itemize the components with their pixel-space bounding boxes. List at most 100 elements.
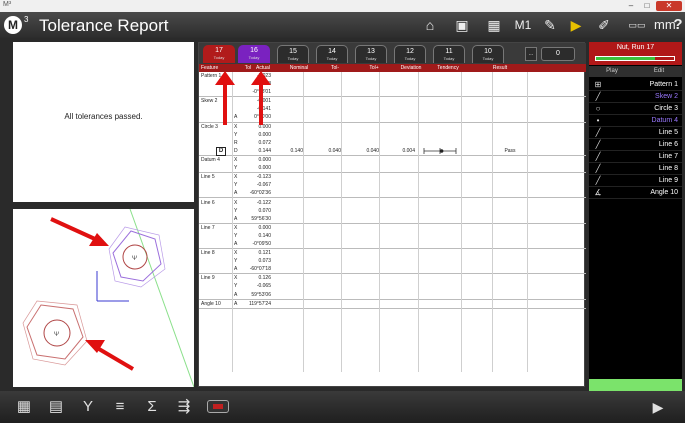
run-panel: Nut, Run 17 Play Edit ⊞ Pattern 1 ╱ Skew 2 ○… — [589, 42, 682, 391]
sigma-icon[interactable]: Σ — [142, 397, 162, 417]
window-tag: M³ — [3, 1, 12, 8]
feature-name: Datum 4 — [201, 157, 220, 163]
feature-item[interactable]: ○ Circle 3 — [589, 103, 682, 115]
circle-icon: ○ — [595, 104, 601, 113]
grid-view-icon[interactable]: ▦ — [14, 397, 34, 417]
deviation-value: 0.004 — [402, 147, 415, 154]
feature-item[interactable]: ∡ Angle 10 — [589, 187, 682, 199]
probe2-icon[interactable]: ✐ — [594, 17, 614, 33]
col-deviation[interactable]: Deviation — [393, 64, 429, 72]
bottom-toolbar: ▦ ▤ Y ≡ Σ ⇶ ▶ — [0, 391, 685, 423]
help-button[interactable]: ? — [672, 17, 684, 33]
axis-label: Y — [234, 165, 238, 172]
app-logo-sup: 3 — [24, 15, 29, 24]
run-tab[interactable]: 11 Today — [433, 45, 465, 63]
camera-icon[interactable]: ▣ — [452, 17, 472, 33]
feature-item[interactable]: ╱ Line 8 — [589, 163, 682, 175]
m1-button[interactable]: M1 — [512, 17, 534, 33]
feature-item[interactable]: • Datum 4 — [589, 115, 682, 127]
col-tendency[interactable]: Tendency — [427, 64, 469, 72]
tolerance-table-area: 17 Today 16 Today 15 Today 14 Today 13 Today 12 Tod… — [198, 42, 586, 387]
actual-value: 0.073 — [258, 258, 271, 265]
run-tab[interactable]: 16 Today — [238, 45, 270, 63]
list-icon[interactable]: ≡ — [110, 397, 130, 417]
actual-value: -0.067 — [256, 182, 271, 189]
grid-icon[interactable]: ▦ — [484, 17, 504, 33]
tab-play[interactable]: Play — [589, 66, 635, 77]
line-icon: ╱ — [595, 152, 601, 161]
units-button[interactable]: mm — [654, 17, 676, 33]
feature-name: Line 6 — [201, 199, 215, 206]
ruler-icon[interactable]: ▭▭ — [623, 17, 651, 33]
message-panel: All tolerances passed. — [13, 42, 194, 202]
close-button[interactable]: ✕ — [656, 1, 682, 11]
part-view-panel[interactable]: Ψ Ψ — [13, 209, 194, 387]
run-tab[interactable]: 15 Today — [277, 45, 309, 63]
line-icon: ╱ — [595, 140, 601, 149]
axis-label: A — [234, 240, 238, 247]
more-runs-button[interactable]: ... — [525, 47, 537, 61]
feature-item-label: Datum 4 — [651, 117, 678, 124]
axis-guide-line — [129, 209, 194, 387]
filter-icon[interactable]: Y — [78, 397, 98, 417]
run-tab[interactable]: 10 Today — [472, 45, 504, 63]
line-icon: ╱ — [595, 128, 601, 137]
line-icon: ╱ — [595, 176, 601, 185]
angle-icon: ∡ — [594, 188, 602, 197]
run-tab[interactable]: 12 Today — [394, 45, 426, 63]
point-icon: • — [596, 116, 600, 125]
export-icon[interactable]: ⇶ — [174, 397, 194, 417]
feature-item[interactable]: ╱ Line 9 — [589, 175, 682, 187]
run-tab[interactable]: 17 Today — [203, 45, 235, 63]
col-divider — [379, 72, 380, 372]
col-divider — [418, 72, 419, 372]
actual-value: 119°57'24 — [248, 300, 271, 307]
run-tab-number: 16 — [250, 47, 258, 54]
part-view-canvas[interactable]: Ψ Ψ — [13, 209, 194, 387]
record-icon[interactable] — [207, 400, 229, 413]
feature-name: Line 9 — [201, 275, 215, 282]
col-tol-plus[interactable]: Tol+ — [358, 64, 390, 72]
play-icon[interactable]: ▶ — [649, 397, 667, 417]
feature-item-label: Pattern 1 — [649, 81, 678, 88]
axis-label: Y — [234, 182, 238, 189]
line-icon: ╱ — [595, 92, 601, 101]
actual-value: 0.000 — [258, 224, 271, 231]
axis-label: X — [234, 275, 238, 282]
feature-item[interactable]: ╱ Skew 2 — [589, 91, 682, 103]
minimize-button[interactable]: – — [624, 1, 638, 11]
run-tab[interactable]: 13 Today — [355, 45, 387, 63]
feature-item-label: Line 9 — [658, 177, 678, 184]
feature-item[interactable]: ╱ Line 6 — [589, 139, 682, 151]
axis-label: Y — [234, 131, 238, 138]
actual-value: 0.126 — [258, 275, 271, 282]
app-header: M 3 Tolerance Report ⌂ ▣ ▦ M1 ✎ ▶ ✐ ▭▭ m… — [0, 12, 685, 38]
col-divider — [492, 72, 493, 372]
actual-value: 0.144 — [258, 147, 271, 154]
feature-item[interactable]: ⊞ Pattern 1 — [589, 79, 682, 91]
datum-symbol-upper: Ψ — [132, 256, 137, 262]
axis-label: A — [234, 215, 238, 222]
datum-symbol-lower: Ψ — [54, 332, 59, 338]
feature-name: Line 7 — [201, 224, 215, 231]
tab-edit[interactable]: Edit — [636, 66, 682, 77]
col-result[interactable]: Result — [485, 64, 515, 72]
home-icon[interactable]: ⌂ — [420, 17, 440, 33]
maximize-button[interactable]: □ — [640, 1, 654, 11]
actual-value: 0.140 — [258, 232, 271, 239]
feature-item-label: Skew 2 — [655, 93, 678, 100]
run-count: 0 — [541, 47, 575, 61]
tol-plus-value: 0.040 — [366, 147, 379, 154]
run-tab[interactable]: 14 Today — [316, 45, 348, 63]
run-tab-date: Today — [326, 56, 338, 61]
tolerance-button[interactable]: D — [216, 146, 226, 156]
feature-item[interactable]: ╱ Line 5 — [589, 127, 682, 139]
axis-label: D — [234, 147, 238, 154]
run-icon[interactable]: ▶ — [566, 17, 586, 33]
axis-label: Y — [234, 283, 238, 290]
feature-item[interactable]: ╱ Line 7 — [589, 151, 682, 163]
table-view-icon[interactable]: ▤ — [46, 397, 66, 417]
probe-icon[interactable]: ✎ — [540, 17, 560, 33]
actual-value: 0.072 — [258, 139, 271, 146]
col-tol-minus[interactable]: Tol- — [319, 64, 351, 72]
